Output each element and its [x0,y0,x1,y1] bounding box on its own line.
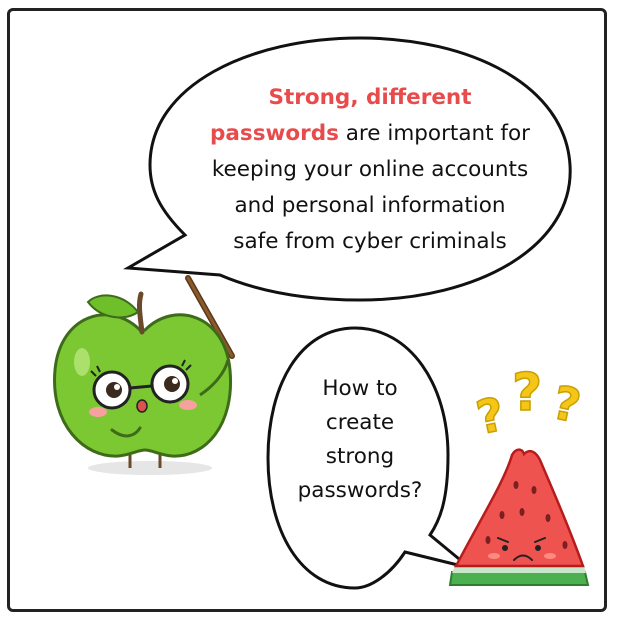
text-line5: safe from cyber criminals [233,229,507,254]
svg-text:?: ? [472,387,509,445]
text-line4: and personal information [234,193,506,218]
small-line2: create [325,410,395,435]
highlight-line2: passwords [210,121,339,146]
svg-text:?: ? [512,363,542,423]
question-marks-icon: ? ? ? [471,362,586,445]
small-line3: strong [325,444,395,469]
big-bubble-text: Strong, different passwords are importan… [180,80,560,260]
small-bubble-text: How to create strong passwords? [285,372,435,508]
watermelon-slice-icon [448,448,590,586]
text-line3: keeping your online accounts [211,157,529,182]
small-line1: How to [322,376,398,401]
svg-text:?: ? [548,375,585,433]
small-line4: passwords? [297,478,423,503]
text-line2-rest: are important for [338,121,530,146]
highlight-line1: Strong, different [268,85,472,110]
apple-with-glasses-icon [53,291,233,475]
